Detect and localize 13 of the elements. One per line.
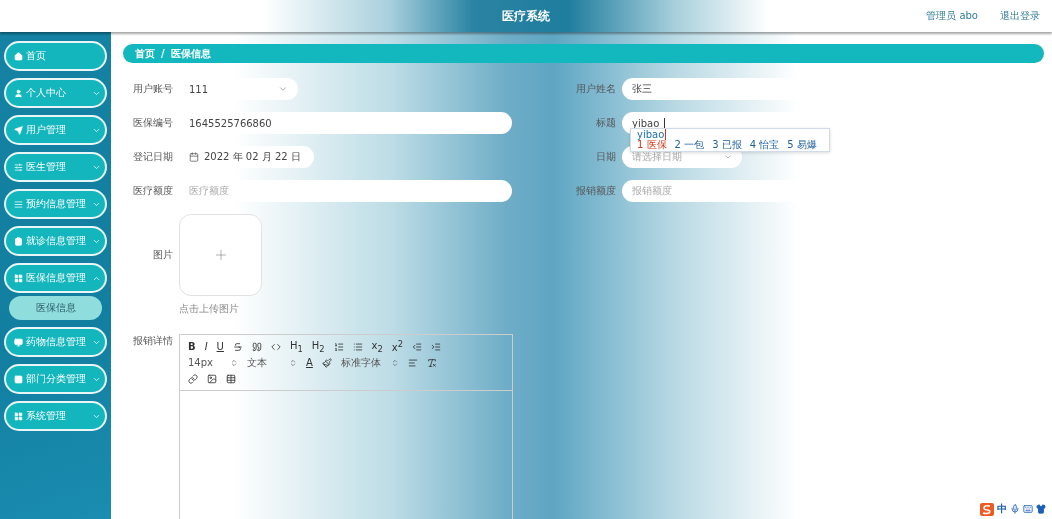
field-label: 报销详情 [132, 334, 173, 348]
app-title: 医疗系统 [502, 7, 550, 25]
field-label: 医疗额度 [132, 184, 173, 198]
breadcrumb-separator: / [161, 48, 165, 59]
field-label: 报销额度 [575, 184, 616, 198]
upload-hint: 点击上传图片 [179, 302, 240, 316]
field-label: 图片 [152, 248, 173, 262]
field-label: 医保编号 [132, 116, 173, 130]
field-label: 登记日期 [132, 150, 173, 164]
field-label: 标题 [595, 116, 616, 130]
field-label: 用户姓名 [575, 82, 616, 96]
field-label: 日期 [595, 150, 616, 164]
field-label: 用户账号 [132, 82, 173, 96]
